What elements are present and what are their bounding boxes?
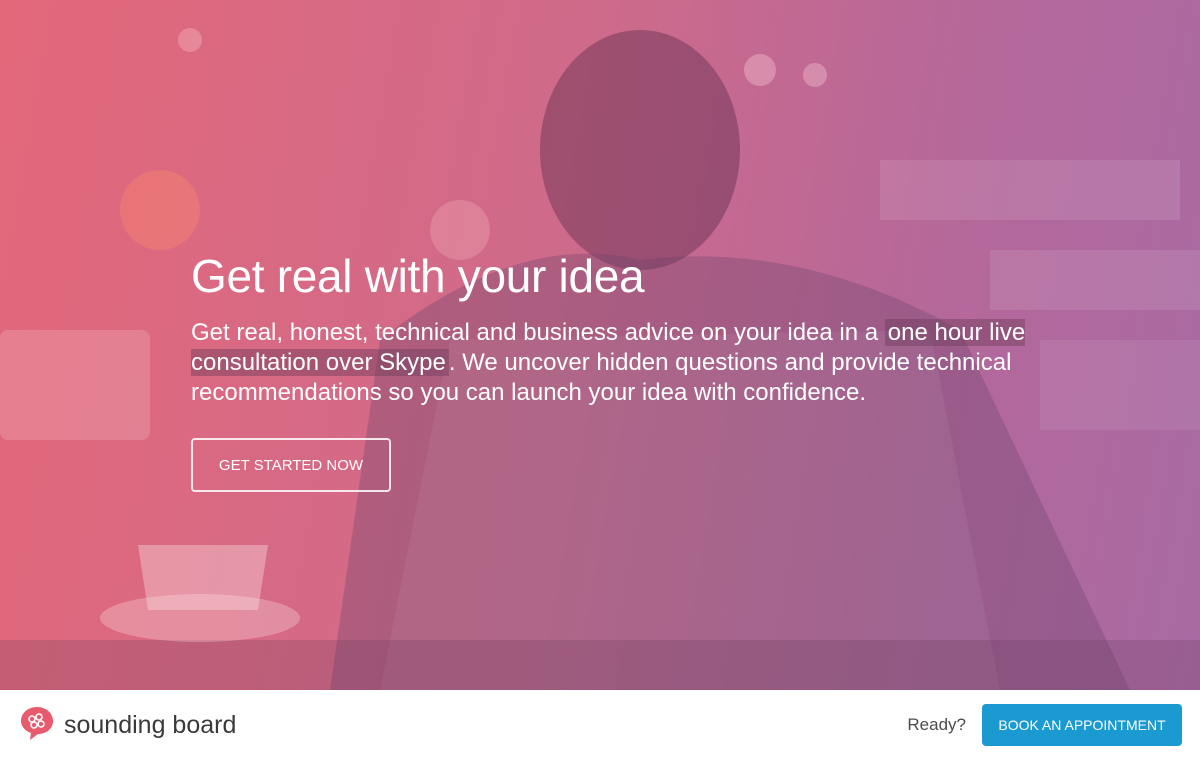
footer-actions: Ready? BOOK AN APPOINTMENT	[907, 704, 1182, 746]
get-started-button[interactable]: GET STARTED NOW	[191, 438, 391, 492]
book-appointment-button[interactable]: BOOK AN APPOINTMENT	[982, 704, 1182, 746]
brand-logo[interactable]: sounding board	[18, 704, 236, 747]
hero-description-part1: Get real, honest, technical and business…	[191, 319, 885, 346]
brand-name: sounding board	[64, 710, 237, 739]
footer-bar: sounding board Ready? BOOK AN APPOINTMEN…	[0, 690, 1200, 760]
ready-label: Ready?	[907, 715, 966, 734]
speech-bubble-logo-icon	[18, 704, 56, 747]
hero-title: Get real with your idea	[191, 250, 645, 302]
hero-section: Get real with your idea Get real, honest…	[0, 0, 1200, 690]
hero-content: Get real with your idea Get real, honest…	[191, 248, 1031, 408]
hero-description: Get real, honest, technical and business…	[191, 318, 1031, 408]
